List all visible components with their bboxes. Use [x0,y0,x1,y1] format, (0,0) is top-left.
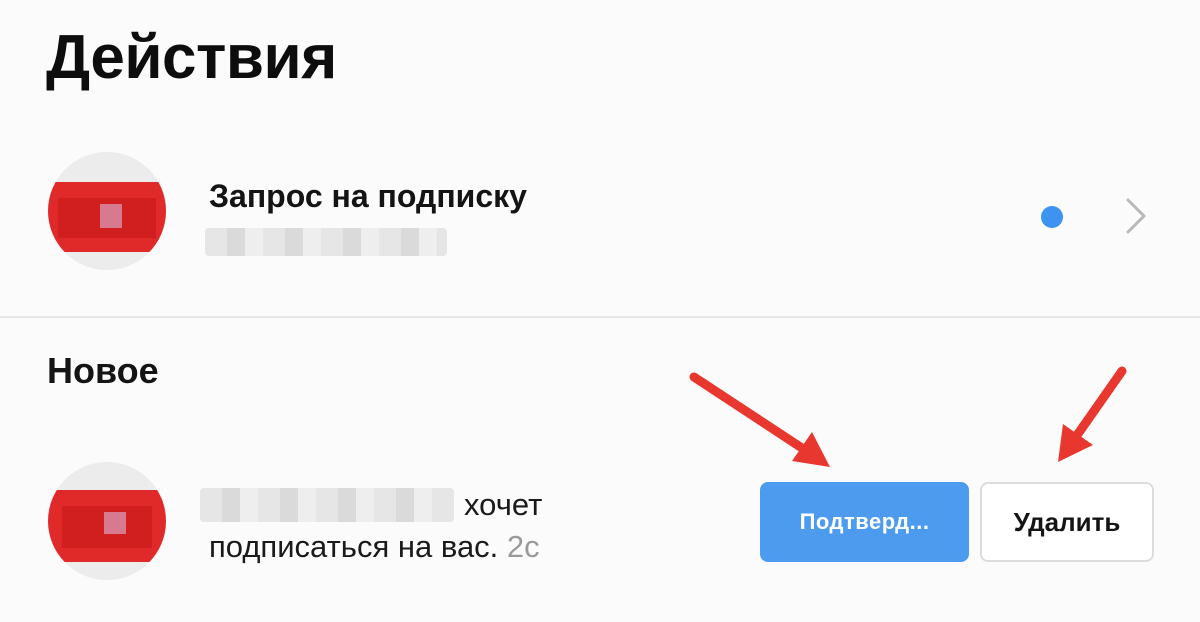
red-arrow-icon [1058,366,1127,462]
notification-text: хочет подписаться на вас. 2с [209,484,679,568]
chevron-right-icon [1126,198,1146,234]
follow-requests-row[interactable]: Запрос на подписку [0,140,1200,316]
section-title-new: Новое [47,350,159,391]
delete-button[interactable]: Удалить [980,482,1154,562]
confirm-button[interactable]: Подтверд... [760,482,969,562]
avatar [48,152,166,270]
page-title: Действия [46,23,337,92]
activity-screen: Действия Запрос на подписку Новое хочет … [0,0,1200,622]
blurred-username [205,228,447,256]
red-arrow-icon [689,372,830,467]
unread-dot-icon [1041,206,1063,228]
follow-requests-title: Запрос на подписку [209,178,527,214]
notification-time: 2с [506,529,540,564]
notification-text-action: хочет [464,487,543,522]
notification-avatar[interactable] [48,462,166,580]
divider [0,316,1200,318]
notification-text-detail: подписаться на вас. [209,529,499,564]
